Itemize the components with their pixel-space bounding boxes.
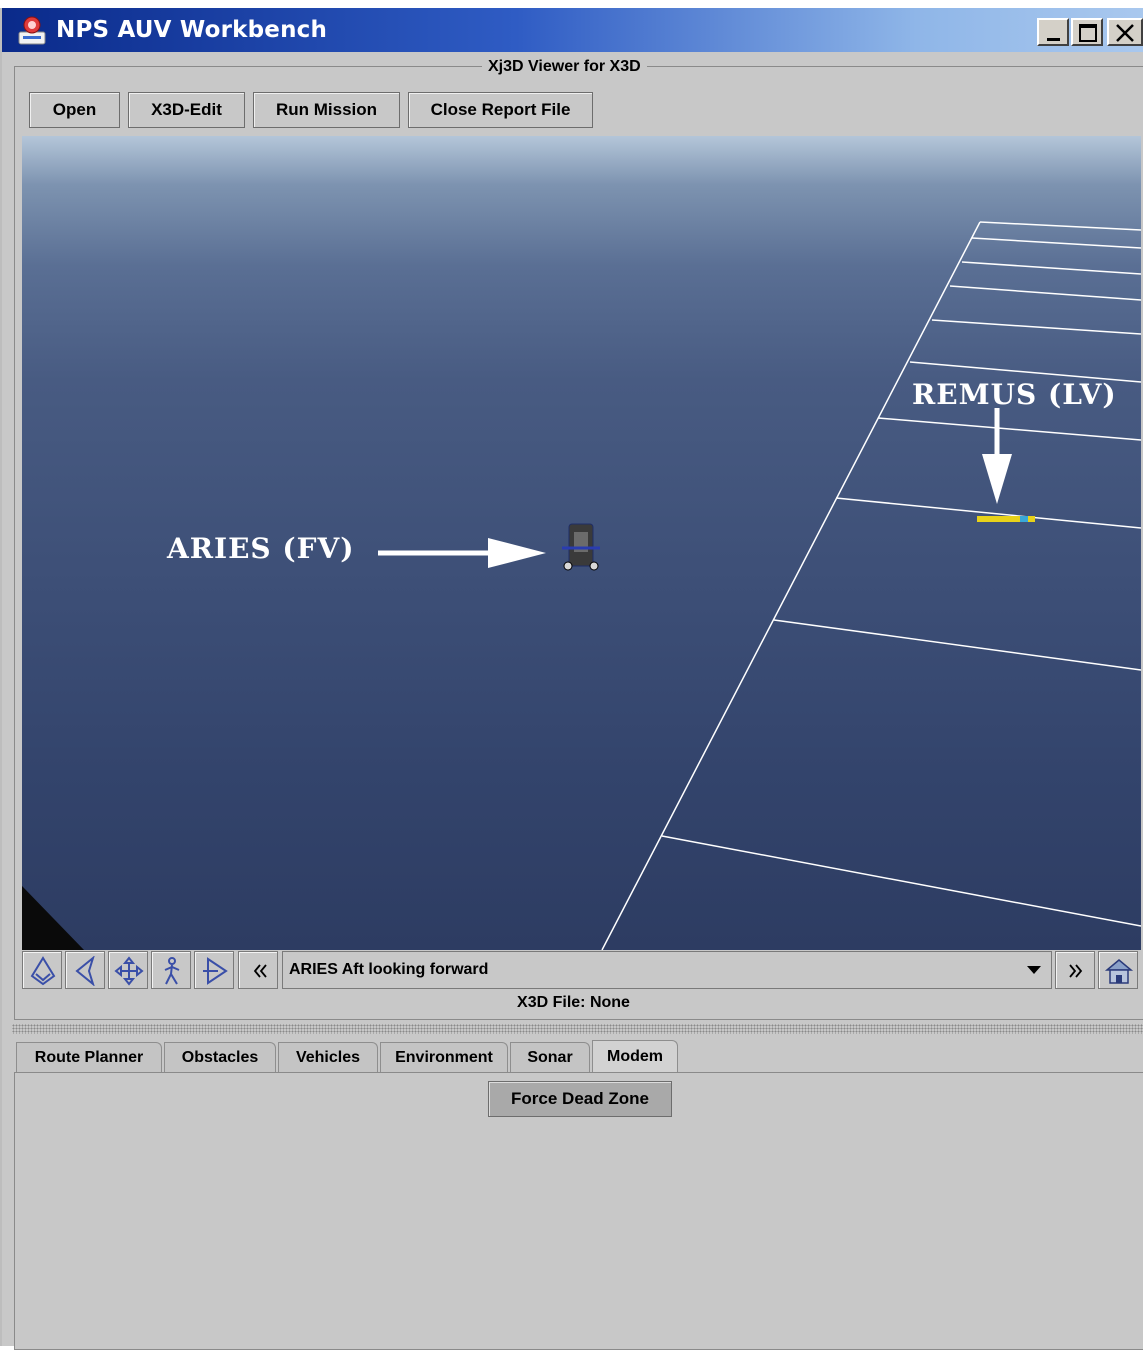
- walk-icon: [164, 957, 180, 985]
- close-button[interactable]: [1107, 18, 1143, 46]
- tab-environment[interactable]: Environment: [380, 1042, 508, 1072]
- tab-obstacles[interactable]: Obstacles: [164, 1042, 276, 1072]
- window-title: NPS AUV Workbench: [56, 17, 328, 43]
- app-icon: [18, 16, 46, 45]
- next-viewpoint-icon: [1069, 964, 1083, 978]
- run-mission-button[interactable]: Run Mission: [253, 92, 400, 128]
- pan-icon: [114, 956, 144, 986]
- home-viewpoint-button[interactable]: [1098, 951, 1138, 989]
- home-icon: [1104, 959, 1134, 984]
- force-dead-zone-button[interactable]: Force Dead Zone: [488, 1081, 672, 1117]
- examine-button[interactable]: [22, 951, 62, 989]
- aries-arrow: [378, 538, 546, 568]
- x3d-file-status: X3D File: None: [517, 994, 630, 1011]
- minimize-button[interactable]: [1037, 18, 1069, 46]
- maximize-button[interactable]: [1071, 18, 1103, 46]
- fly-icon: [75, 956, 95, 986]
- grid-plane: [601, 221, 1141, 950]
- viewpoint-select[interactable]: ARIES Aft looking forward: [282, 951, 1052, 989]
- minimize-icon: [1047, 38, 1060, 41]
- close-report-file-button[interactable]: Close Report File: [408, 92, 593, 128]
- corner-shadow: [22, 886, 84, 950]
- tab-vehicles[interactable]: Vehicles: [278, 1042, 378, 1072]
- app-window: NPS AUV Workbench Xj3D Viewer for X3D Op…: [0, 8, 1143, 1350]
- maximize-icon: [1079, 24, 1097, 42]
- previous-viewpoint-button[interactable]: [238, 951, 278, 989]
- viewpoint-selected-value: ARIES Aft looking forward: [289, 961, 489, 978]
- walk-button[interactable]: [151, 951, 191, 989]
- title-bar[interactable]: NPS AUV Workbench: [2, 8, 1143, 52]
- remus-lv-label: REMUS (LV): [912, 378, 1117, 411]
- remus-arrow: [982, 408, 1012, 504]
- split-pane-divider[interactable]: [12, 1024, 1143, 1034]
- next-viewpoint-button[interactable]: [1055, 951, 1095, 989]
- open-button[interactable]: Open: [29, 92, 120, 128]
- viewer-group-title: Xj3D Viewer for X3D: [482, 58, 647, 76]
- aries-fv-label: ARIES (FV): [167, 532, 355, 565]
- navigation-toolbar: ARIES Aft looking forward: [22, 950, 1141, 992]
- tab-modem[interactable]: Modem: [592, 1040, 678, 1072]
- tilt-button[interactable]: [194, 951, 234, 989]
- tilt-icon: [203, 957, 228, 985]
- examine-icon: [30, 956, 56, 986]
- fly-button[interactable]: [65, 951, 105, 989]
- x3d-edit-button[interactable]: X3D-Edit: [128, 92, 245, 128]
- aries-vehicle: [562, 523, 600, 571]
- tab-route-planner[interactable]: Route Planner: [16, 1042, 162, 1072]
- previous-viewpoint-icon: [253, 964, 267, 978]
- close-icon: [1116, 24, 1134, 42]
- chevron-down-icon: [1027, 966, 1041, 974]
- pan-button[interactable]: [108, 951, 148, 989]
- x3d-scene-canvas[interactable]: ARIES (FV) REMUS (LV): [22, 136, 1141, 950]
- remus-vehicle: [977, 516, 1035, 522]
- tab-sonar[interactable]: Sonar: [510, 1042, 590, 1072]
